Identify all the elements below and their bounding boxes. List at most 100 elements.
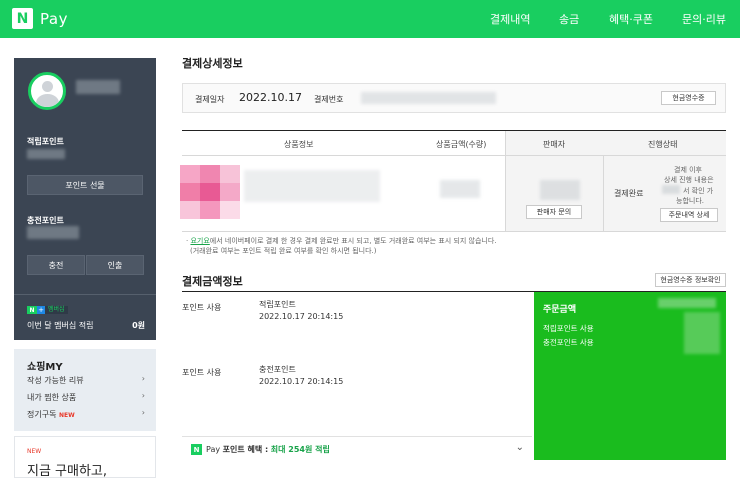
thumb-tile (200, 183, 220, 201)
top-bar: N Pay 결제내역 송금 혜택·쿠폰 문의·리뷰 (0, 0, 740, 38)
order-amount-redacted (658, 298, 716, 308)
status-note-line: 상세 진행 내용은 (664, 176, 714, 184)
point-use-label: 포인트 사용 (182, 368, 222, 377)
shop-item-label: 정기구독 (27, 410, 57, 419)
promo-text: 지금 구매하고, (27, 464, 108, 478)
chevron-right-icon: › (141, 374, 145, 383)
chevron-down-icon[interactable]: ⌄ (516, 442, 524, 453)
order-amount-panel: 주문금액 적립포인트 사용 충전포인트 사용 (534, 292, 726, 460)
payment-number-label: 결제번호 (314, 95, 344, 104)
status-col-divider (603, 155, 604, 231)
point-gift-button[interactable]: 포인트 선물 (27, 175, 143, 195)
benefit-label: 포인트 혜택 : (222, 445, 269, 454)
header-amount-qty: 상품금액(수량) (436, 140, 487, 149)
cash-receipt-info-button[interactable]: 현금영수증 정보확인 (655, 273, 726, 287)
point-datetime: 2022.10.17 20:14:15 (259, 377, 344, 386)
cash-receipt-button[interactable]: 현금영수증 (661, 91, 716, 105)
point-type: 적립포인트 (259, 300, 296, 309)
table-bottom-border (182, 231, 726, 232)
charge-button[interactable]: 충전 (27, 255, 85, 275)
notice-text: 에서 네이버페이로 결제 한 경우 결제 완료만 표시 되고, 별도 거래완료 … (209, 237, 497, 245)
notice-line-1: · 요기요에서 네이버페이로 결제 한 경우 결제 완료만 표시 되고, 별도 … (186, 237, 497, 245)
header-status: 진행상태 (648, 140, 678, 149)
sidebar-divider (14, 294, 156, 295)
nav-payment-history[interactable]: 결제내역 (490, 11, 530, 27)
product-name-redacted (244, 170, 380, 202)
naver-n-icon: N (191, 444, 202, 455)
product-amount-redacted (440, 180, 480, 198)
nav-benefits-coupons[interactable]: 혜택·쿠폰 (609, 11, 653, 27)
thumb-tile (180, 165, 200, 183)
monthly-value: 0원 (132, 321, 145, 330)
new-badge: NEW (59, 412, 75, 419)
table-header-divider (182, 155, 726, 156)
avatar[interactable] (28, 72, 66, 110)
promo-new-badge: NEW (27, 448, 42, 455)
monthly-label: 이번 달 멤버십 적립 (27, 321, 94, 330)
seller-name-redacted (540, 180, 580, 200)
date-label: 결제일자 (195, 95, 225, 104)
naver-n-icon: N (27, 306, 37, 314)
thumb-tile (200, 201, 220, 219)
chevron-right-icon: › (141, 408, 145, 417)
yogiyo-link[interactable]: 요기요 (190, 237, 209, 245)
shop-item-subscription[interactable]: 정기구독 NEW › (27, 408, 145, 420)
seller-inquiry-button[interactable]: 판매자 문의 (526, 205, 582, 219)
account-sidebar: 적립포인트 포인트 선물 충전포인트 충전 인출 N + 멤버십 이번 달 멤버… (14, 58, 156, 340)
shop-item-reviews[interactable]: 작성 가능한 리뷰 › (27, 374, 145, 386)
point-datetime: 2022.10.17 20:14:15 (259, 312, 344, 321)
header-product-info: 상품정보 (284, 140, 314, 149)
plus-icon: + (37, 306, 45, 314)
thumb-tile (220, 201, 240, 219)
seller-col-divider (505, 131, 506, 231)
benefit-text: Pay 포인트 혜택 : 최대 254원 적립 (206, 444, 330, 455)
points-value-redacted (27, 149, 65, 159)
membership-tag: 멤버십 (45, 306, 68, 314)
order-detail-button[interactable]: 주문내역 상세 (660, 208, 718, 222)
monthly-membership-row[interactable]: 이번 달 멤버십 적립 0원 (27, 320, 145, 331)
logo-n-icon: N (12, 8, 33, 29)
membership-badge: N + 멤버십 (27, 306, 68, 314)
shop-item-wishlist[interactable]: 내가 찜한 상품 › (27, 391, 145, 403)
benefit-pay: Pay (206, 445, 221, 454)
notice-line-2: (거래완료 여부는 포인트 적립 완료 여부를 확인 하시면 됩니다.) (190, 247, 377, 255)
npay-logo[interactable]: N Pay (12, 8, 68, 29)
points-label: 적립포인트 (27, 137, 64, 146)
thumb-tile (200, 165, 220, 183)
point-use-label: 포인트 사용 (182, 303, 222, 312)
username-redacted (76, 80, 120, 94)
product-thumbnail[interactable] (180, 165, 240, 221)
logo-text: Pay (40, 9, 68, 28)
status-note-line: 서 확인 가 (683, 187, 714, 195)
shop-item-label: 내가 찜한 상품 (27, 393, 77, 402)
thumb-tile (180, 201, 200, 219)
avatar-body (36, 94, 59, 107)
shop-item-label: 작성 가능한 리뷰 (27, 376, 84, 385)
payment-number-redacted (361, 92, 496, 104)
nav-transfer[interactable]: 송금 (559, 11, 579, 27)
status-note-line: 결제 이후 (674, 166, 702, 174)
withdraw-button[interactable]: 인출 (86, 255, 144, 275)
point-benefit-bar[interactable]: N Pay 포인트 혜택 : 최대 254원 적립 ⌄ (182, 436, 532, 460)
header-seller: 판매자 (543, 140, 566, 149)
date-value: 2022.10.17 (239, 91, 302, 104)
chevron-right-icon: › (141, 391, 145, 400)
order-values-redacted (684, 312, 720, 354)
shopping-my-panel: 쇼핑MY 작성 가능한 리뷰 › 내가 찜한 상품 › 정기구독 NEW › (14, 349, 156, 431)
payment-info-box: 결제일자 2022.10.17 결제번호 현금영수증 (182, 83, 726, 113)
shopping-my-title: 쇼핑MY (27, 362, 63, 373)
thumb-tile (220, 165, 240, 183)
thumb-tile (220, 183, 240, 201)
payment-detail-title: 결제상세정보 (182, 57, 243, 70)
nav-inquiry-review[interactable]: 문의·리뷰 (682, 11, 726, 27)
order-row-label: 적립포인트 사용 (543, 324, 594, 333)
charge-points-label: 충전포인트 (27, 216, 64, 225)
status-text: 결제완료 (614, 189, 644, 198)
avatar-head (42, 81, 53, 92)
payment-amount-title: 결제금액정보 (182, 275, 243, 288)
promo-banner[interactable]: NEW 지금 구매하고, (14, 436, 156, 478)
order-amount-label: 주문금액 (543, 305, 577, 315)
charge-points-redacted (27, 226, 79, 239)
point-type: 충전포인트 (259, 365, 296, 374)
benefit-value: 최대 254원 적립 (270, 445, 330, 454)
